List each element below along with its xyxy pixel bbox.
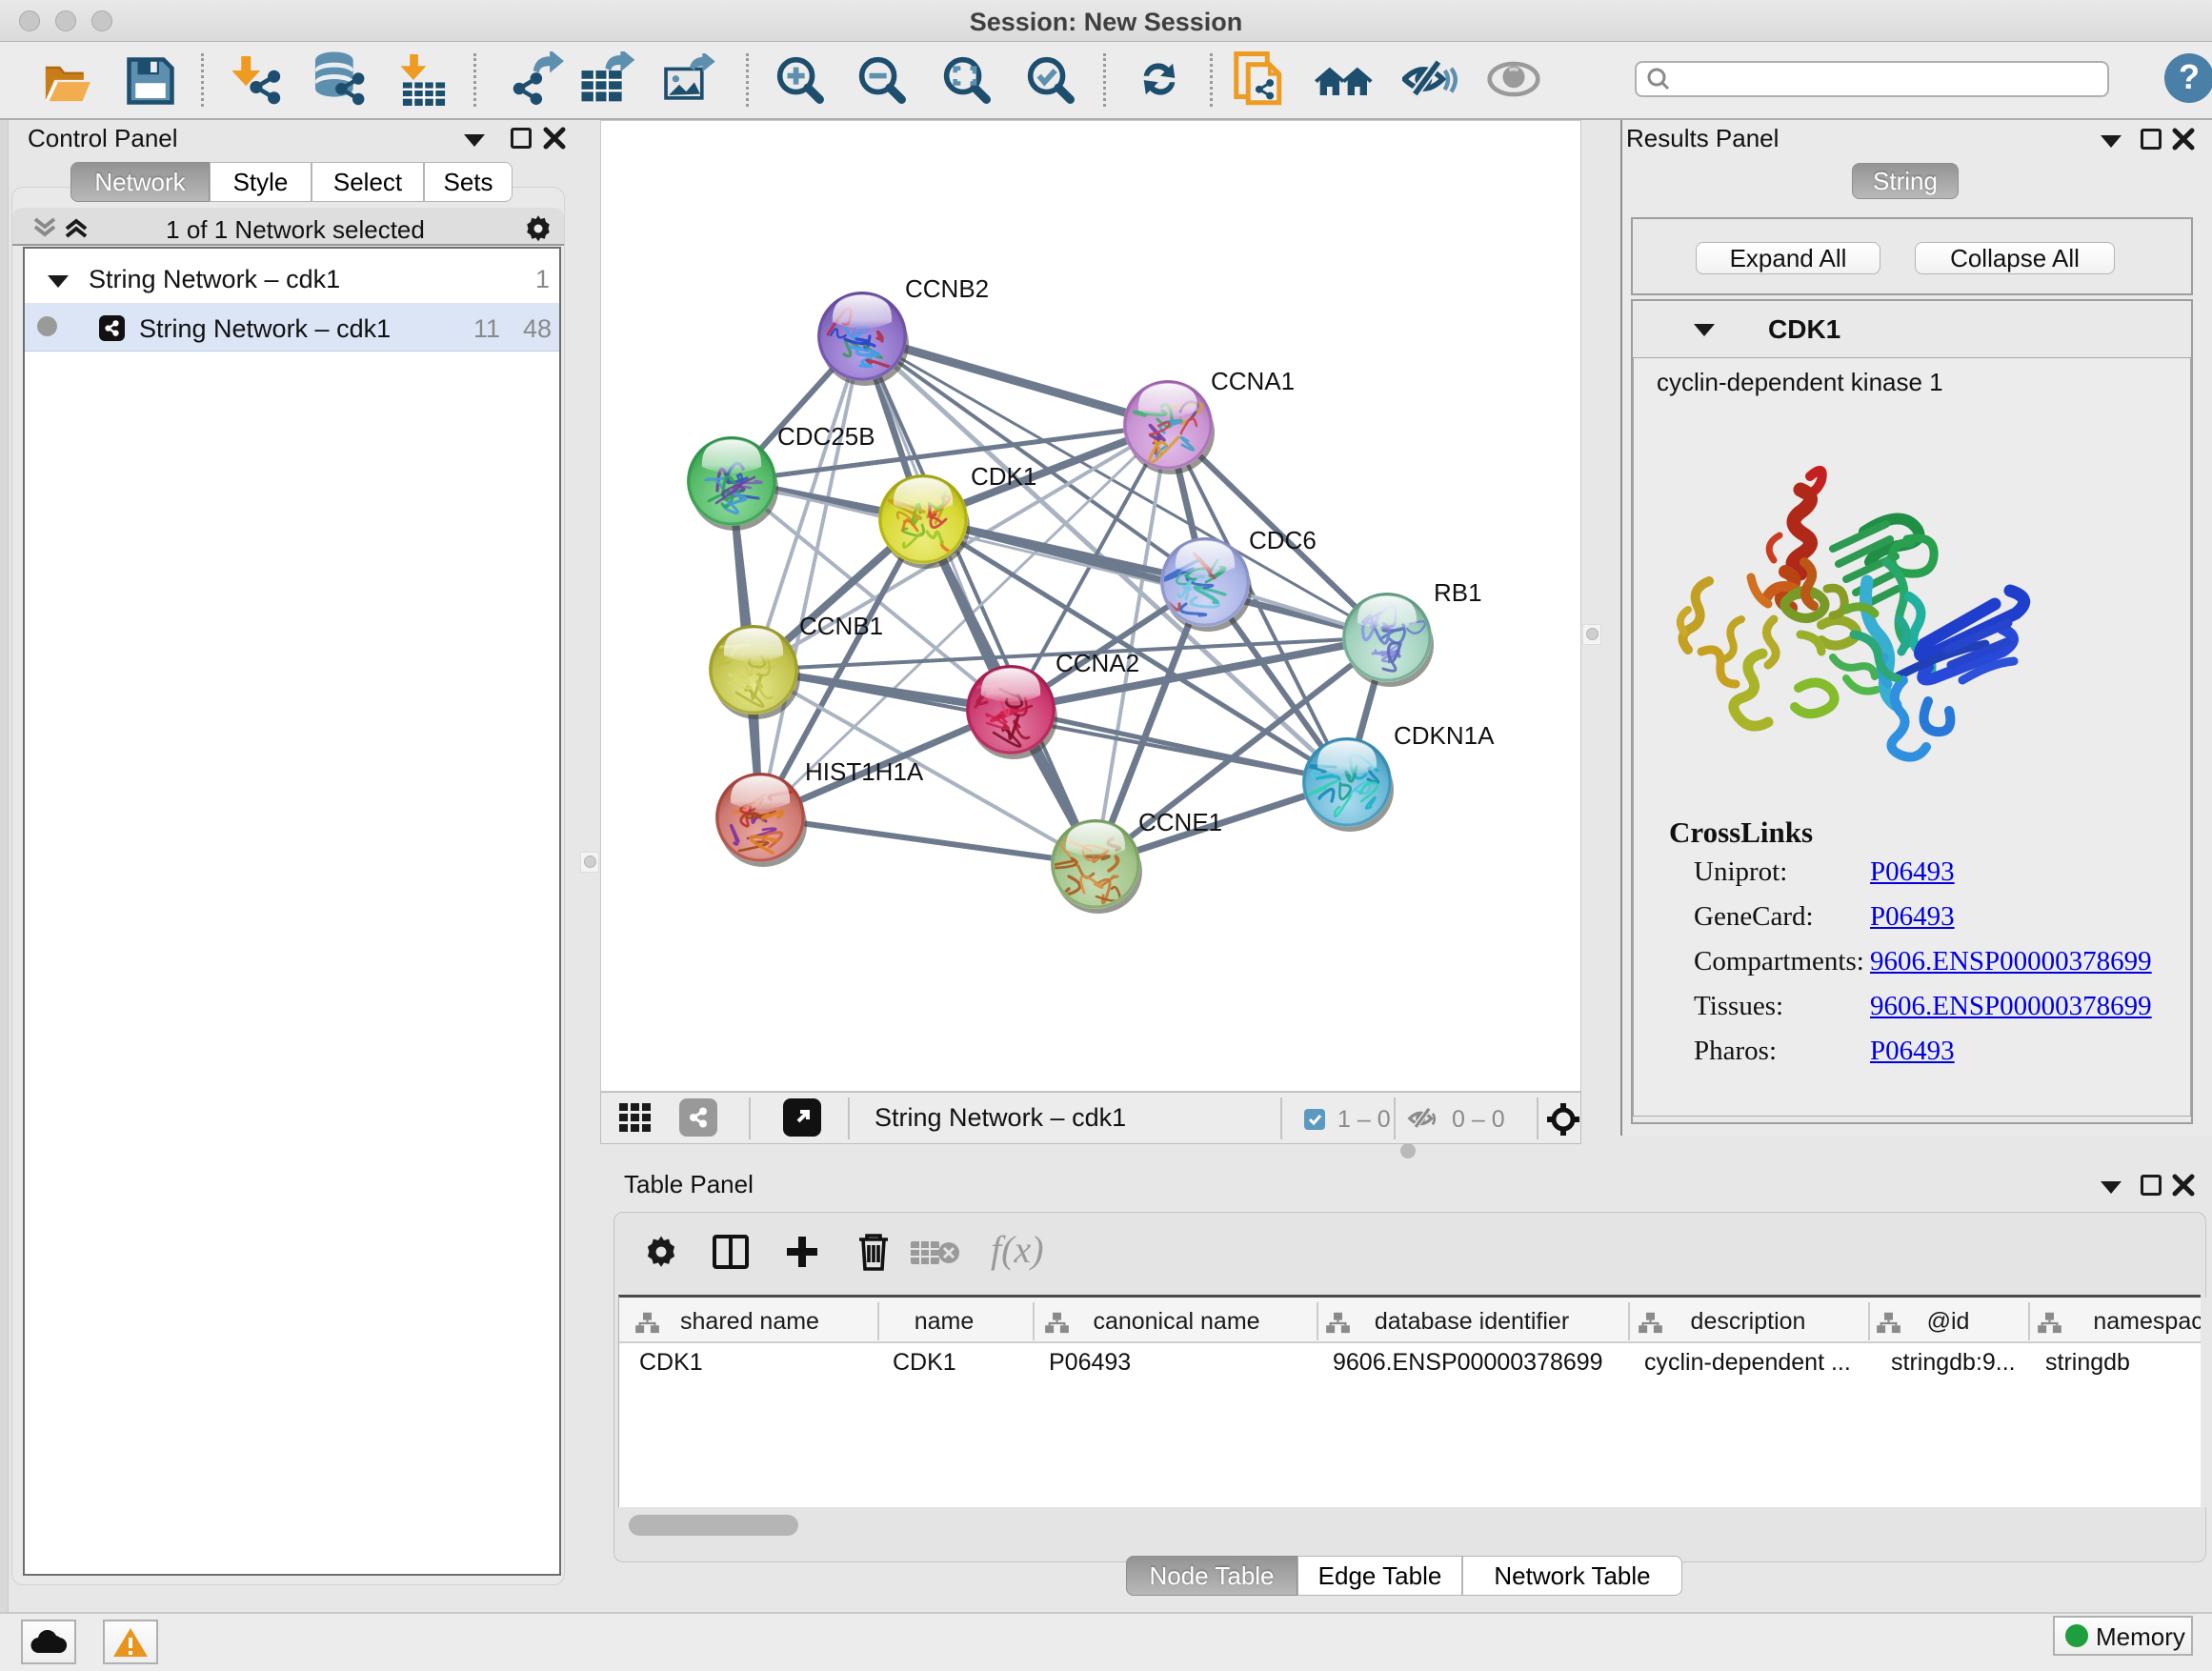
svg-text:CCNA1: CCNA1	[1211, 367, 1295, 395]
svg-text:CCNA2: CCNA2	[1056, 649, 1139, 677]
svg-text:CCNB2: CCNB2	[905, 274, 989, 303]
svg-text:RB1: RB1	[1434, 578, 1482, 607]
svg-text:CCNE1: CCNE1	[1138, 808, 1222, 836]
svg-text:CDC6: CDC6	[1249, 526, 1317, 554]
svg-text:CDC25B: CDC25B	[777, 422, 875, 451]
svg-text:HIST1H1A: HIST1H1A	[805, 757, 924, 786]
svg-text:CDK1: CDK1	[971, 462, 1036, 491]
svg-text:CDKN1A: CDKN1A	[1394, 721, 1495, 750]
svg-text:CCNB1: CCNB1	[799, 612, 883, 640]
